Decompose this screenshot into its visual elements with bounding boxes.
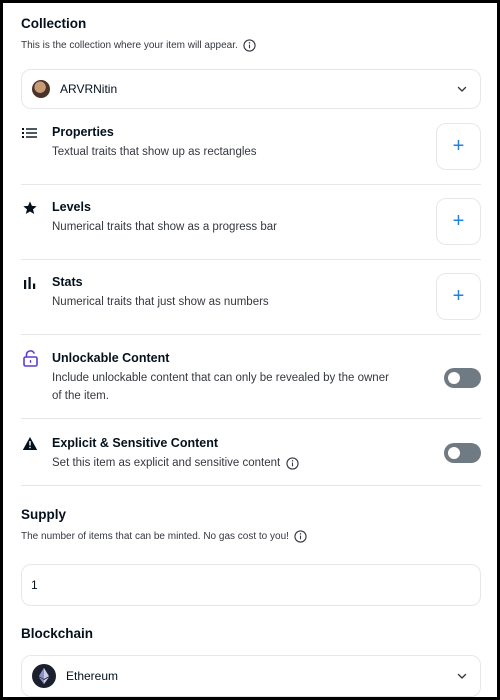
explicit-row: Explicit & Sensitive Content Set this it… bbox=[21, 432, 481, 484]
explicit-description-text: Set this item as explicit and sensitive … bbox=[52, 457, 281, 469]
collection-title: Collection bbox=[21, 16, 87, 31]
levels-description: Numerical traits that show as a progress… bbox=[52, 221, 277, 233]
stats-title: Stats bbox=[52, 275, 83, 289]
properties-description: Textual traits that show up as rectangle… bbox=[52, 146, 257, 158]
lock-icon bbox=[21, 349, 39, 367]
unlockable-description-line2: of the item. bbox=[52, 390, 109, 402]
info-icon[interactable] bbox=[243, 39, 256, 52]
explicit-title: Explicit & Sensitive Content bbox=[52, 436, 219, 450]
nft-create-form: Collection This is the collection where … bbox=[0, 0, 500, 700]
collection-selected-value: ARVRNitin bbox=[60, 82, 118, 96]
chevron-down-icon bbox=[457, 86, 467, 92]
blockchain-selected-value: Ethereum bbox=[66, 669, 119, 683]
levels-title: Levels bbox=[52, 200, 91, 214]
properties-title: Properties bbox=[52, 125, 114, 139]
unlockable-description-line1: Include unlockable content that can only… bbox=[52, 372, 389, 384]
stats-row: Stats Numerical traits that just show as… bbox=[21, 271, 481, 333]
unlockable-title: Unlockable Content bbox=[52, 351, 170, 365]
explicit-description: Set this item as explicit and sensitive … bbox=[52, 454, 299, 472]
divider bbox=[21, 334, 481, 335]
avatar bbox=[32, 80, 50, 98]
divider bbox=[21, 259, 481, 260]
add-stats-button[interactable]: + bbox=[436, 273, 481, 320]
supply-title: Supply bbox=[21, 507, 67, 522]
star-icon bbox=[21, 199, 39, 217]
divider bbox=[21, 485, 481, 486]
list-icon bbox=[21, 124, 39, 142]
add-properties-button[interactable]: + bbox=[436, 123, 481, 170]
blockchain-title: Blockchain bbox=[21, 626, 94, 641]
divider bbox=[21, 418, 481, 419]
toggle-knob bbox=[448, 372, 460, 384]
blockchain-select[interactable]: Ethereum bbox=[21, 655, 481, 697]
supply-input[interactable]: 1 bbox=[21, 564, 481, 606]
warning-icon bbox=[21, 434, 39, 452]
bar-chart-icon bbox=[21, 274, 39, 292]
unlockable-row: Unlockable Content Include unlockable co… bbox=[21, 347, 481, 417]
supply-description: The number of items that can be minted. … bbox=[21, 530, 307, 543]
collection-select[interactable]: ARVRNitin bbox=[21, 69, 481, 109]
ethereum-icon bbox=[32, 664, 56, 688]
info-icon[interactable] bbox=[294, 530, 307, 543]
unlockable-toggle[interactable] bbox=[444, 368, 481, 388]
chevron-down-icon bbox=[457, 673, 467, 679]
supply-description-text: The number of items that can be minted. … bbox=[21, 531, 289, 542]
collection-description-text: This is the collection where your item w… bbox=[21, 40, 238, 51]
explicit-toggle[interactable] bbox=[444, 443, 481, 463]
divider bbox=[21, 184, 481, 185]
levels-row: Levels Numerical traits that show as a p… bbox=[21, 196, 481, 258]
supply-input-value: 1 bbox=[31, 578, 38, 592]
toggle-knob bbox=[448, 447, 460, 459]
stats-description: Numerical traits that just show as numbe… bbox=[52, 296, 269, 308]
add-levels-button[interactable]: + bbox=[436, 198, 481, 245]
info-icon[interactable] bbox=[286, 456, 299, 470]
properties-row: Properties Textual traits that show up a… bbox=[21, 121, 481, 183]
collection-description: This is the collection where your item w… bbox=[21, 39, 256, 52]
